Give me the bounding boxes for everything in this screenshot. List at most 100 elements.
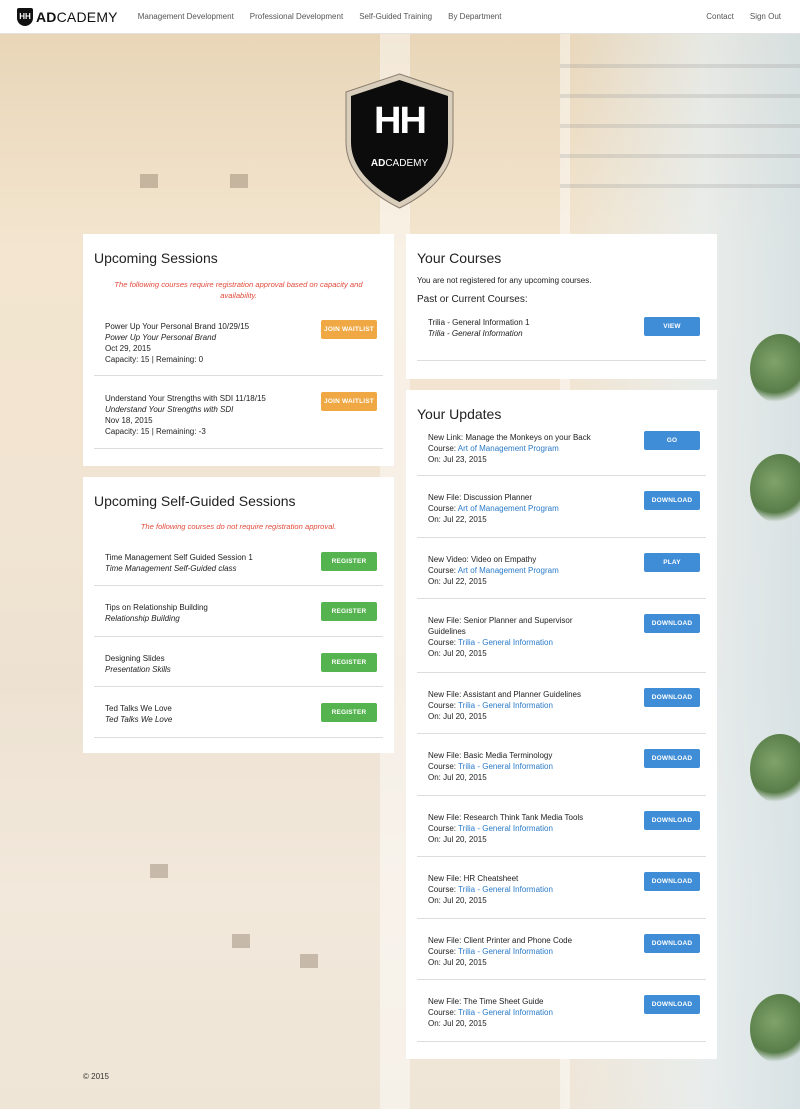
registration-notice: The following courses require registrati… xyxy=(114,280,363,300)
self-guided-title-link[interactable]: Designing Slides xyxy=(105,653,165,664)
register-button[interactable]: REGISTER xyxy=(321,653,377,672)
update-row: New Link: Manage the Monkeys on your Bac… xyxy=(417,423,706,476)
update-date: On: Jul 20, 2015 xyxy=(428,896,487,905)
course-label: Course: xyxy=(428,638,459,647)
self-guided-title-link[interactable]: Ted Talks We Love xyxy=(105,703,172,714)
update-date: On: Jul 22, 2015 xyxy=(428,577,487,586)
go-button[interactable]: GO xyxy=(644,431,700,450)
update-title: New File: Basic Media Terminology xyxy=(428,751,553,760)
update-course-link[interactable]: Art of Management Program xyxy=(458,444,559,453)
self-guided-title-link[interactable]: Tips on Relationship Building xyxy=(105,602,208,613)
update-row: New File: The Time Sheet Guide Course: T… xyxy=(417,980,706,1042)
self-guided-subtitle: Time Management Self-Guided class xyxy=(105,564,237,573)
registration-notice: The following courses do not require reg… xyxy=(140,522,337,531)
update-row: New File: HR Cheatsheet Course: Trilia -… xyxy=(417,857,706,919)
update-date: On: Jul 20, 2015 xyxy=(428,835,487,844)
update-title: New File: HR Cheatsheet xyxy=(428,874,519,883)
update-course: Course: Trilia - General Information xyxy=(428,700,553,711)
update-title: New Link: Manage the Monkeys on your Bac… xyxy=(428,433,591,442)
self-guided-subtitle: Relationship Building xyxy=(105,614,180,623)
upcoming-sessions-panel: Upcoming Sessions The following courses … xyxy=(83,234,394,466)
session-date: Nov 18, 2015 xyxy=(105,416,153,425)
update-date: On: Jul 22, 2015 xyxy=(428,515,487,524)
your-courses-panel: Your Courses You are not registered for … xyxy=(406,234,717,379)
update-course-link[interactable]: Trilia - General Information xyxy=(458,701,553,710)
course-label: Course: xyxy=(428,1008,459,1017)
download-button[interactable]: DOWNLOAD xyxy=(644,688,700,707)
update-course-link[interactable]: Art of Management Program xyxy=(458,566,559,575)
main-nav: Management Development Professional Deve… xyxy=(130,12,510,21)
nav-management-development[interactable]: Management Development xyxy=(138,12,234,21)
download-button[interactable]: DOWNLOAD xyxy=(644,614,700,633)
session-subtitle: Understand Your Strengths with SDI xyxy=(105,405,234,414)
register-button[interactable]: REGISTER xyxy=(321,552,377,571)
update-title: New File: Discussion Planner xyxy=(428,493,533,502)
play-button[interactable]: PLAY xyxy=(644,553,700,572)
panel-title: Your Updates xyxy=(417,406,502,422)
update-course-link[interactable]: Trilia - General Information xyxy=(458,762,553,771)
hero-logo-mark: HH xyxy=(374,100,427,142)
download-button[interactable]: DOWNLOAD xyxy=(644,491,700,510)
update-course: Course: Trilia - General Information xyxy=(428,761,553,772)
update-row: New File: Client Printer and Phone Code … xyxy=(417,919,706,980)
self-guided-title-link[interactable]: Time Management Self Guided Session 1 xyxy=(105,552,253,563)
join-waitlist-button[interactable]: JOIN WAITLIST xyxy=(321,320,377,339)
update-row: New File: Senior Planner and Supervisor … xyxy=(417,599,706,673)
course-subtitle: Trilia - General Information xyxy=(428,329,523,338)
course-title-link[interactable]: Trilia - General Information 1 xyxy=(428,317,530,328)
nav-professional-development[interactable]: Professional Development xyxy=(250,12,343,21)
update-date: On: Jul 20, 2015 xyxy=(428,958,487,967)
session-capacity: Capacity: 15 | Remaining: -3 xyxy=(105,427,206,436)
update-date: On: Jul 20, 2015 xyxy=(428,712,487,721)
update-course: Course: Art of Management Program xyxy=(428,443,559,454)
footer-copyright: © 2015 xyxy=(83,1072,109,1081)
past-courses-heading: Past or Current Courses: xyxy=(417,294,528,305)
update-course: Course: Art of Management Program xyxy=(428,565,559,576)
download-button[interactable]: DOWNLOAD xyxy=(644,811,700,830)
update-course: Course: Trilia - General Information xyxy=(428,946,553,957)
join-waitlist-button[interactable]: JOIN WAITLIST xyxy=(321,392,377,411)
update-row: New File: Discussion Planner Course: Art… xyxy=(417,476,706,538)
update-course-link[interactable]: Art of Management Program xyxy=(458,504,559,513)
nav-contact[interactable]: Contact xyxy=(706,12,734,21)
update-title: New File: Client Printer and Phone Code xyxy=(428,936,573,945)
session-title-link[interactable]: Understand Your Strengths with SDI 11/18… xyxy=(105,393,266,404)
course-label: Course: xyxy=(428,444,458,453)
update-row: New Video: Video on Empathy Course: Art … xyxy=(417,538,706,599)
update-course-link[interactable]: Trilia - General Information xyxy=(458,1008,553,1017)
update-course-link[interactable]: Trilia - General Information xyxy=(458,638,553,647)
update-title: New File: Assistant and Planner Guidelin… xyxy=(428,690,581,699)
nav-sign-out[interactable]: Sign Out xyxy=(750,12,781,21)
register-button[interactable]: REGISTER xyxy=(321,602,377,621)
session-title-link[interactable]: Power Up Your Personal Brand 10/29/15 xyxy=(105,321,249,332)
download-button[interactable]: DOWNLOAD xyxy=(644,749,700,768)
view-button[interactable]: VIEW xyxy=(644,317,700,336)
panel-title: Your Courses xyxy=(417,250,502,266)
course-label: Course: xyxy=(428,762,459,771)
self-guided-row: Tips on Relationship Building Relationsh… xyxy=(94,586,383,637)
download-button[interactable]: DOWNLOAD xyxy=(644,995,700,1014)
update-course-link[interactable]: Trilia - General Information xyxy=(458,947,553,956)
register-button[interactable]: REGISTER xyxy=(321,703,377,722)
update-date: On: Jul 20, 2015 xyxy=(428,773,487,782)
top-navbar: HH ADCADEMY Management Development Profe… xyxy=(0,0,800,34)
course-label: Course: xyxy=(428,885,459,894)
update-row: New File: Basic Media Terminology Course… xyxy=(417,734,706,796)
brand-name: ADCADEMY xyxy=(36,8,118,25)
self-guided-row: Ted Talks We Love Ted Talks We Love REGI… xyxy=(94,687,383,738)
update-course-link[interactable]: Trilia - General Information xyxy=(458,885,553,894)
nav-by-department[interactable]: By Department xyxy=(448,12,501,21)
session-row: Power Up Your Personal Brand 10/29/15 Po… xyxy=(94,312,383,376)
session-capacity: Capacity: 15 | Remaining: 0 xyxy=(105,355,204,364)
download-button[interactable]: DOWNLOAD xyxy=(644,934,700,953)
panel-title: Upcoming Self-Guided Sessions xyxy=(94,493,296,509)
update-row: New File: Research Think Tank Media Tool… xyxy=(417,796,706,857)
course-label: Course: xyxy=(428,504,458,513)
nav-self-guided-training[interactable]: Self-Guided Training xyxy=(359,12,432,21)
course-label: Course: xyxy=(428,701,459,710)
panel-title: Upcoming Sessions xyxy=(94,250,218,266)
update-course-link[interactable]: Trilia - General Information xyxy=(458,824,553,833)
brand-logo[interactable]: HH ADCADEMY xyxy=(17,0,118,34)
download-button[interactable]: DOWNLOAD xyxy=(644,872,700,891)
self-guided-subtitle: Presentation Skills xyxy=(105,665,171,674)
